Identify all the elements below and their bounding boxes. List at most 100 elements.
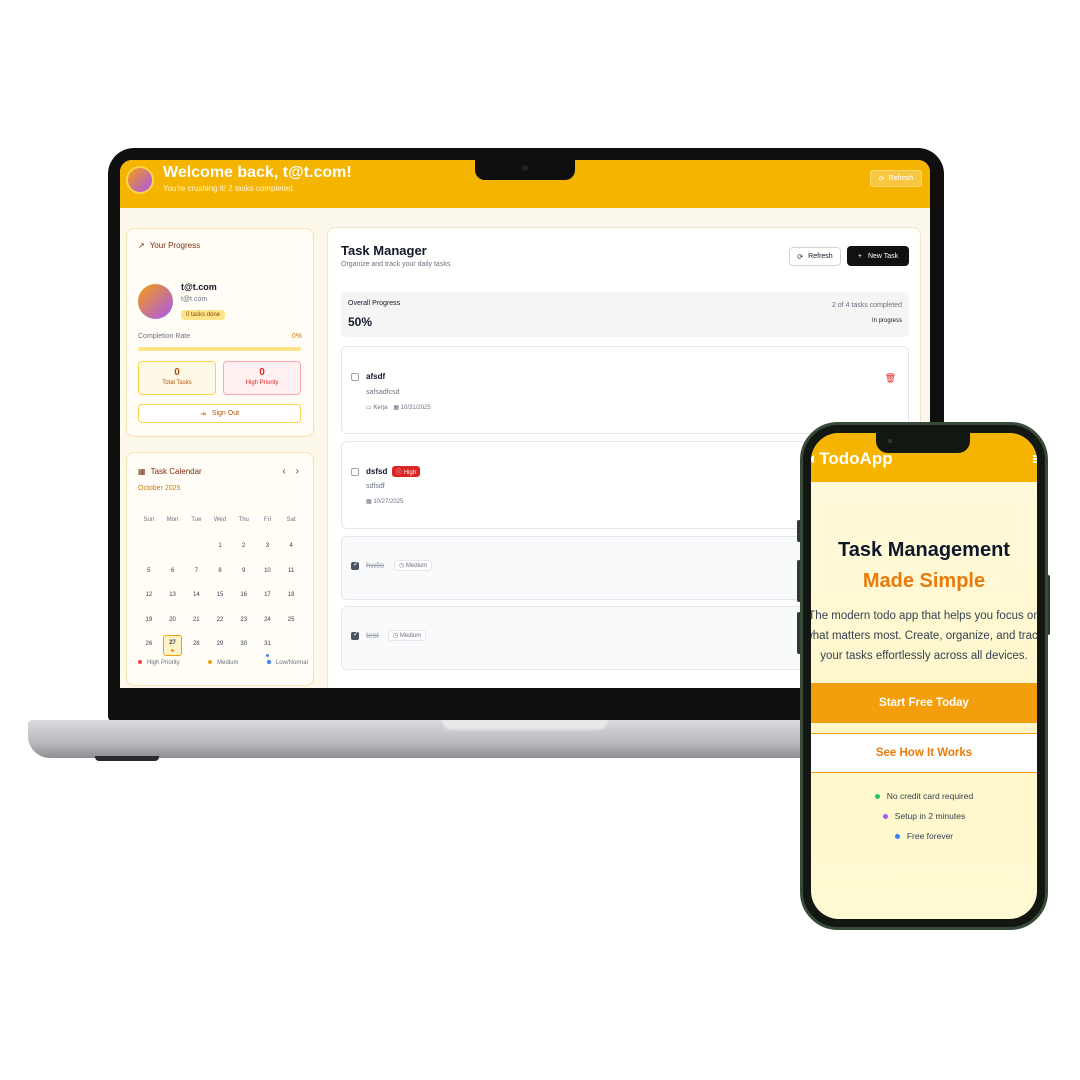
calendar-day[interactable]: 26 bbox=[137, 635, 161, 660]
priority-label: Medium bbox=[399, 633, 422, 639]
task-category: Kerja bbox=[373, 405, 388, 411]
weekday-header: Tue bbox=[191, 517, 202, 523]
hero-description: The modern todo app that helps you focus… bbox=[811, 610, 1037, 662]
calendar-day[interactable]: 7 bbox=[184, 562, 208, 587]
task-name: test bbox=[366, 631, 379, 640]
calendar-blank bbox=[184, 537, 208, 562]
legend-dot-icon bbox=[266, 660, 271, 665]
calendar-day[interactable]: 15 bbox=[208, 586, 232, 611]
calendar-day[interactable]: 25 bbox=[279, 611, 303, 636]
legend-label: High Priority bbox=[147, 660, 180, 666]
refresh-button[interactable]: ⟳ Refresh bbox=[789, 247, 841, 266]
profile-email-secondary: t@t.com bbox=[181, 296, 208, 303]
calendar-icon: ▦ bbox=[138, 467, 146, 476]
folder-icon: ▭ bbox=[366, 405, 372, 411]
calendar-day[interactable]: 2 bbox=[232, 537, 256, 562]
trash-icon[interactable]: 🗑 bbox=[885, 373, 896, 384]
priority-badge-medium: ◷ Medium bbox=[394, 560, 433, 571]
calendar-day[interactable]: 10 bbox=[256, 562, 280, 587]
calendar-day[interactable]: 19 bbox=[137, 611, 161, 636]
legend-dot-icon bbox=[208, 660, 213, 665]
calendar-day[interactable]: 14 bbox=[184, 586, 208, 611]
calendar-day[interactable]: 23 bbox=[232, 611, 256, 636]
new-task-button[interactable]: + New Task bbox=[847, 246, 909, 266]
welcome-subtitle: You're crushing it! 2 tasks completed. bbox=[163, 184, 295, 193]
calendar-day[interactable]: 1 bbox=[208, 537, 232, 562]
calendar-day[interactable]: 21 bbox=[184, 611, 208, 636]
calendar-day[interactable]: 20 bbox=[161, 611, 185, 636]
legend-label: Low/Normal bbox=[275, 660, 308, 666]
total-tasks-label: Total Tasks bbox=[162, 380, 192, 386]
task-date: 10/31/2025 bbox=[400, 405, 431, 411]
calendar-day[interactable]: 24 bbox=[256, 611, 280, 636]
refresh-icon: ⟳ bbox=[878, 175, 885, 183]
calendar-day[interactable]: 8 bbox=[208, 562, 232, 587]
plus-icon: + bbox=[857, 252, 862, 260]
calendar-day[interactable]: 11 bbox=[279, 562, 303, 587]
task-checkbox[interactable] bbox=[351, 468, 359, 476]
calendar-day[interactable]: 30 bbox=[232, 635, 256, 660]
feature-item: Setup in 2 minutes bbox=[811, 811, 1037, 821]
new-task-label: New Task bbox=[867, 252, 899, 260]
feature-item: Free forever bbox=[811, 831, 1037, 841]
sign-out-label: Sign Out bbox=[211, 410, 240, 417]
calendar-day[interactable]: 9 bbox=[232, 562, 256, 587]
calendar-day[interactable]: 4 bbox=[279, 537, 303, 562]
chevron-right-icon[interactable]: › bbox=[296, 466, 299, 477]
high-priority-stat: 0 High Priority bbox=[223, 361, 301, 395]
total-tasks-value: 0 bbox=[174, 367, 180, 378]
calendar-day[interactable]: 28 bbox=[184, 635, 208, 660]
calendar-day[interactable]: 17 bbox=[256, 586, 280, 611]
task-meta: ▭ Kerja ▦ 10/31/2025 bbox=[366, 404, 431, 411]
start-free-button[interactable]: Start Free Today bbox=[811, 683, 1037, 723]
calendar-day[interactable]: 3 bbox=[256, 537, 280, 562]
weekday-header: Thu bbox=[238, 517, 249, 523]
weekday-header: Mon bbox=[166, 517, 179, 523]
calendar-day[interactable]: 16 bbox=[232, 586, 256, 611]
header-refresh-button[interactable]: ⟳ Refresh bbox=[870, 170, 922, 187]
sign-out-icon: ⇥ bbox=[199, 410, 206, 418]
task-dot-icon bbox=[171, 649, 175, 652]
laptop-foot bbox=[95, 756, 159, 761]
feature-label: Free forever bbox=[906, 831, 954, 841]
overall-progress-count: 2 of 4 tasks completed bbox=[831, 302, 902, 309]
calendar-day[interactable]: 31 bbox=[256, 635, 280, 660]
tasks-done-badge: 0 tasks done bbox=[181, 310, 226, 320]
app-logo[interactable]: ◐TodoApp bbox=[811, 449, 893, 469]
task-card[interactable]: afsdf safsadfcsd ▭ Kerja ▦ 10/31/2025 🗑 bbox=[341, 346, 909, 434]
calendar-nav: ‹ › bbox=[282, 466, 299, 477]
priority-badge-medium: ◷ Medium bbox=[388, 630, 427, 641]
chevron-left-icon[interactable]: ‹ bbox=[282, 466, 285, 477]
legend-item: High Priority bbox=[138, 660, 180, 666]
priority-label: Medium bbox=[405, 563, 428, 569]
calendar-day[interactable]: 29 bbox=[208, 635, 232, 660]
calendar-legend: High Priority Medium Low/Normal bbox=[138, 660, 308, 666]
calendar-day[interactable]: 22 bbox=[208, 611, 232, 636]
task-dot-icon bbox=[265, 653, 269, 657]
laptop-camera-notch bbox=[475, 160, 575, 180]
calendar-day[interactable]: 18 bbox=[279, 586, 303, 611]
dot-icon bbox=[874, 794, 880, 800]
calendar-title: ▦ Task Calendar bbox=[138, 467, 202, 476]
welcome-title: Welcome back, t@t.com! bbox=[163, 164, 352, 181]
calendar-day[interactable]: 12 bbox=[137, 586, 161, 611]
task-checkbox[interactable] bbox=[351, 560, 359, 570]
feature-label: No credit card required bbox=[886, 791, 974, 801]
refresh-icon: ⟳ bbox=[797, 253, 804, 261]
calendar-day-today[interactable]: 27 bbox=[162, 635, 183, 656]
alert-icon: ⓘ bbox=[396, 470, 403, 476]
task-date: 10/27/2025 bbox=[373, 499, 404, 505]
calendar-day[interactable]: 6 bbox=[161, 562, 185, 587]
calendar-day[interactable]: 13 bbox=[161, 586, 185, 611]
calendar-day[interactable]: 5 bbox=[137, 562, 161, 587]
task-checkbox[interactable] bbox=[351, 373, 359, 381]
avatar[interactable] bbox=[126, 166, 154, 194]
calendar-blank bbox=[161, 537, 185, 562]
menu-icon[interactable] bbox=[1033, 455, 1037, 463]
task-name: afsdf bbox=[366, 372, 386, 381]
see-how-it-works-button[interactable]: See How It Works bbox=[811, 733, 1037, 773]
calendar-icon: ▦ bbox=[366, 499, 372, 505]
task-checkbox[interactable] bbox=[351, 630, 359, 640]
task-meta: ▦ 10/27/2025 bbox=[366, 498, 403, 505]
sign-out-button[interactable]: ⇥ Sign Out bbox=[138, 404, 301, 423]
